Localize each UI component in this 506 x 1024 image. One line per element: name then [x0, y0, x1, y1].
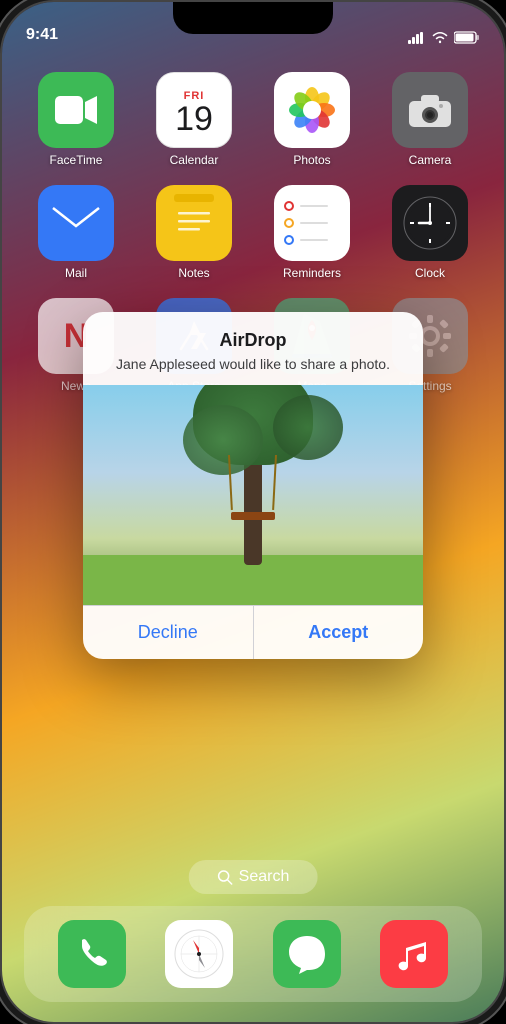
camera-icon: [392, 72, 468, 148]
clock-icon: [392, 185, 468, 261]
airdrop-title: AirDrop: [103, 330, 403, 351]
calendar-label: Calendar: [170, 153, 219, 167]
airdrop-buttons: Decline Accept: [83, 605, 423, 659]
music-icon: [380, 920, 448, 988]
app-item-facetime[interactable]: FaceTime: [22, 72, 130, 167]
notch: [173, 2, 333, 34]
facetime-label: FaceTime: [50, 153, 103, 167]
app-item-reminders[interactable]: Reminders: [258, 185, 366, 280]
signal-icon: [408, 32, 426, 44]
dock-item-safari[interactable]: [165, 920, 233, 988]
reminders-label: Reminders: [283, 266, 341, 280]
dock-item-music[interactable]: [380, 920, 448, 988]
phone-icon: [58, 920, 126, 988]
dock: [24, 906, 482, 1002]
decline-button[interactable]: Decline: [83, 606, 254, 659]
calendar-icon: FRI 19: [156, 72, 232, 148]
status-icons: [408, 31, 480, 44]
mail-label: Mail: [65, 266, 87, 280]
app-item-mail[interactable]: Mail: [22, 185, 130, 280]
facetime-icon: [38, 72, 114, 148]
messages-icon: [273, 920, 341, 988]
phone-frame: 9:41: [0, 0, 506, 1024]
battery-icon: [454, 31, 480, 44]
mail-icon: [38, 185, 114, 261]
airdrop-modal: AirDrop Jane Appleseed would like to sha…: [83, 312, 423, 659]
app-item-calendar[interactable]: FRI 19 Calendar: [140, 72, 248, 167]
swing-seat: [231, 512, 275, 520]
app-item-notes[interactable]: Notes: [140, 185, 248, 280]
notes-icon: [156, 185, 232, 261]
airdrop-image: [83, 385, 423, 605]
app-item-clock[interactable]: Clock: [376, 185, 484, 280]
clock-label: Clock: [415, 266, 445, 280]
reminders-icon: [274, 185, 350, 261]
search-pill[interactable]: Search: [189, 860, 318, 894]
photos-icon: [274, 72, 350, 148]
airdrop-subtitle: Jane Appleseed would like to share a pho…: [103, 355, 403, 375]
foliage-right: [273, 395, 343, 460]
photos-label: Photos: [293, 153, 330, 167]
camera-label: Camera: [409, 153, 452, 167]
notes-label: Notes: [178, 266, 209, 280]
dock-item-messages[interactable]: [273, 920, 341, 988]
safari-icon: [165, 920, 233, 988]
airdrop-header: AirDrop Jane Appleseed would like to sha…: [83, 312, 423, 385]
search-icon: [217, 869, 233, 885]
status-time: 9:41: [26, 26, 58, 44]
foliage-left: [183, 405, 263, 475]
app-item-camera[interactable]: Camera: [376, 72, 484, 167]
wifi-icon: [431, 31, 449, 44]
dock-item-phone[interactable]: [58, 920, 126, 988]
app-item-photos[interactable]: Photos: [258, 72, 366, 167]
accept-button[interactable]: Accept: [254, 606, 424, 659]
calendar-date: 19: [175, 102, 213, 136]
search-label: Search: [239, 868, 290, 886]
